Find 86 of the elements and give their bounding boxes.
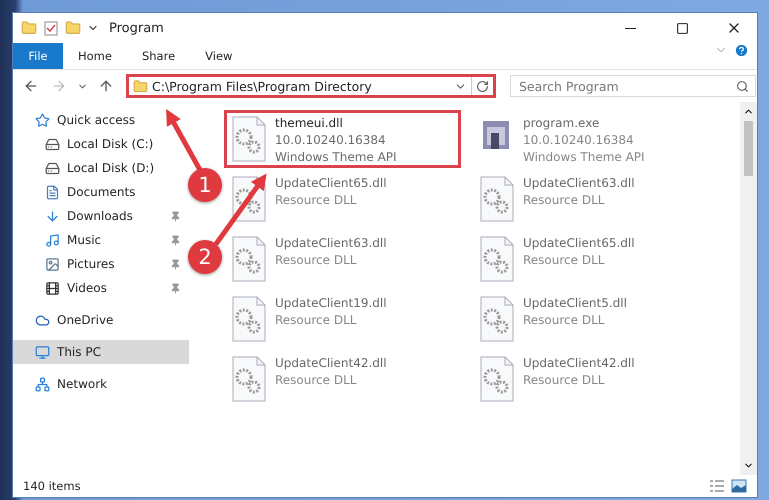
ribbon-tab[interactable]: File [13, 43, 63, 69]
drive-icon [45, 160, 60, 176]
file-item[interactable]: UpdateClient42.dll Resource DLL [472, 350, 709, 408]
ribbon-tab[interactable]: Home [63, 43, 127, 69]
file-name: UpdateClient5.dll [523, 295, 627, 312]
drive-icon [45, 136, 60, 152]
file-item[interactable]: program.exe 10.0.10240.16384 Windows Theme API [472, 110, 709, 168]
file-name: UpdateClient63.dll [275, 235, 387, 252]
file-detail: Windows Theme API [275, 149, 397, 166]
file-name: UpdateClient65.dll [275, 175, 387, 192]
star-icon [35, 112, 50, 128]
search-field[interactable]: Search Program [510, 75, 756, 97]
network-icon [35, 376, 50, 392]
up-button[interactable] [98, 78, 114, 94]
file-item[interactable]: UpdateClient65.dll Resource DLL [224, 170, 461, 228]
sidebar-item[interactable]: Pictures [13, 252, 189, 276]
file-name: UpdateClient42.dll [275, 355, 387, 372]
back-button[interactable] [23, 78, 39, 94]
file-item[interactable]: UpdateClient65.dll Resource DLL [472, 230, 709, 288]
file-name: UpdateClient63.dll [523, 175, 635, 192]
gear-file-icon [231, 295, 267, 343]
document-icon [45, 184, 60, 200]
sidebar-item[interactable]: OneDrive [13, 308, 189, 332]
scrollbar[interactable] [740, 102, 757, 475]
gear-file-icon [231, 355, 267, 403]
gear-file-icon [479, 235, 515, 283]
pin-icon [170, 258, 181, 270]
file-detail: Resource DLL [275, 192, 358, 209]
file-detail: Resource DLL [275, 372, 358, 389]
file-item[interactable]: UpdateClient63.dll Resource DLL [224, 230, 461, 288]
properties-icon[interactable] [43, 20, 59, 36]
sidebar-item[interactable]: Videos [13, 276, 189, 300]
gear-file-icon [479, 295, 515, 343]
large-icons-view-icon[interactable] [731, 479, 747, 493]
file-detail: 10.0.10240.16384 [275, 132, 387, 149]
file-detail: Resource DLL [275, 312, 358, 329]
file-detail: Windows Theme API [523, 149, 645, 166]
cloud-icon [35, 312, 50, 328]
music-note-icon [45, 232, 60, 248]
file-item[interactable]: UpdateClient5.dll Resource DLL [472, 290, 709, 348]
film-icon [45, 280, 60, 296]
gear-file-icon [231, 235, 267, 283]
file-name: UpdateClient65.dll [523, 235, 635, 252]
gear-file-icon [479, 175, 515, 223]
sidebar-item[interactable]: Music [13, 228, 189, 252]
item-count: 140 items [23, 479, 81, 493]
gear-file-icon [479, 355, 515, 403]
file-detail: Resource DLL [523, 312, 606, 329]
maximize-icon [676, 22, 688, 34]
file-item[interactable]: UpdateClient42.dll Resource DLL [224, 350, 461, 408]
ribbon-tab[interactable]: View [190, 43, 248, 69]
pin-icon [170, 282, 181, 294]
details-view-icon[interactable] [709, 479, 725, 493]
picture-icon [45, 256, 60, 272]
pin-icon [170, 210, 181, 222]
annotation-arrow [166, 109, 202, 172]
sidebar-item[interactable]: Local Disk (C:) [13, 132, 189, 156]
sidebar-item[interactable]: Network [13, 372, 189, 396]
sidebar-item[interactable]: Quick access [13, 108, 189, 132]
file-name: UpdateClient42.dll [523, 355, 635, 372]
file-name: program.exe [523, 115, 600, 132]
file-detail: Resource DLL [523, 192, 606, 209]
file-detail: Resource DLL [523, 252, 606, 269]
ribbon-tab[interactable]: Share [126, 43, 190, 69]
scrollbar-thumb[interactable] [744, 121, 753, 176]
gear-file-icon [231, 115, 267, 163]
file-detail: 10.0.10240.16384 [523, 132, 635, 149]
sidebar-item[interactable]: This PC [13, 340, 189, 364]
address-bar[interactable]: C:\Program Files\Program Directory [126, 74, 496, 98]
file-detail: Resource DLL [523, 372, 606, 389]
monitor-icon [35, 344, 50, 360]
sidebar-item[interactable]: Local Disk (D:) [13, 156, 189, 180]
file-item[interactable]: themeui.dll 10.0.10240.16384 Windows Theme API [224, 110, 461, 168]
download-icon [45, 208, 60, 224]
pin-icon [170, 234, 181, 246]
annotation-arrow [214, 174, 267, 246]
file-detail: Resource DLL [275, 252, 358, 269]
refresh-icon [476, 80, 489, 92]
sidebar-item[interactable]: Documents [13, 180, 189, 204]
file-name: themeui.dll [275, 115, 344, 132]
file-item[interactable]: UpdateClient19.dll Resource DLL [224, 290, 461, 348]
sidebar-item[interactable]: Downloads [13, 204, 189, 228]
file-item[interactable]: UpdateClient63.dll Resource DLL [472, 170, 709, 228]
folder-icon [133, 78, 148, 94]
window-title: Program [109, 20, 164, 36]
file-name: UpdateClient19.dll [275, 295, 387, 312]
